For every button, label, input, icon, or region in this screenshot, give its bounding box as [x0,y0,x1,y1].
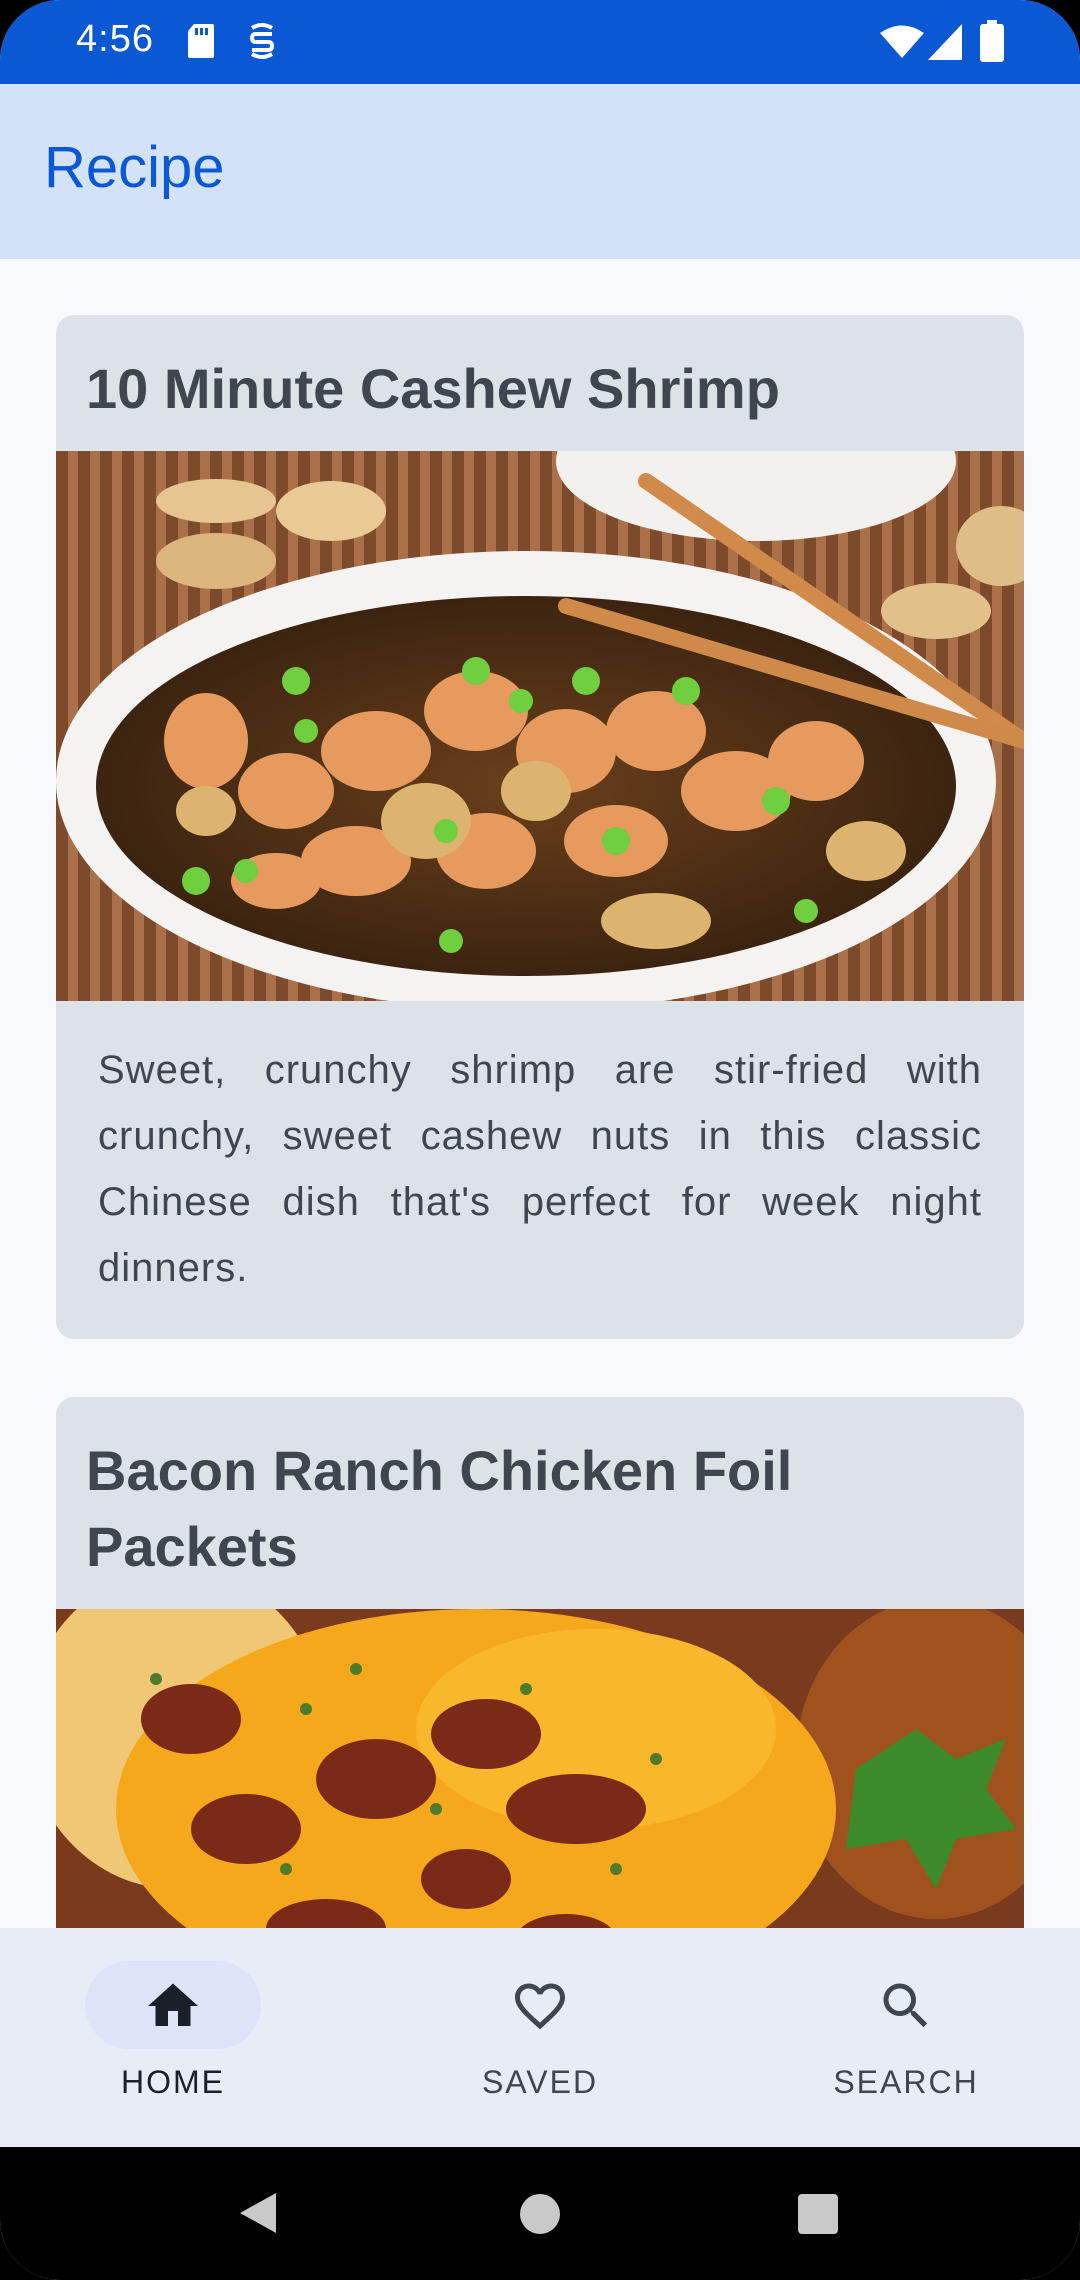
nav-item-home[interactable]: HOME [0,1928,360,2147]
heart-icon [510,1976,570,2036]
recipe-image [56,451,1024,1001]
bottom-navigation: HOME SAVED SEARCH [0,1928,1080,2147]
recipe-card[interactable]: 10 Minute Cashew Shrimp Sweet, crunchy s… [56,315,1024,1339]
home-circle-icon[interactable] [519,2193,561,2240]
system-navigation-bar [0,2147,1080,2280]
nav-label-search: SEARCH [833,2064,979,2100]
nav-label-home: HOME [121,2064,225,2100]
nav-item-saved[interactable]: SAVED [360,1928,720,2147]
status-bar: 4:56 [0,0,1080,84]
wifi-icon [880,24,924,65]
recipe-description: Sweet, crunchy shrimp are stir-fried wit… [98,1048,982,1290]
app-screen: 4:56 Recipe 10 Minute Cashew Shrimp Swee… [0,0,1080,2280]
home-icon [143,1976,203,2036]
recents-icon[interactable] [798,2194,838,2239]
recipe-title: Bacon Ranch Chicken Foil Packets [86,1439,793,1578]
status-time: 4:56 [76,18,154,60]
cell-signal-icon [928,24,962,65]
recipe-image [56,1609,1024,1928]
recipe-card[interactable]: Bacon Ranch Chicken Foil Packets [56,1397,1024,1928]
nav-item-search[interactable]: SEARCH [720,1928,1080,2147]
sd-card-icon [186,22,216,65]
app-title: Recipe [44,135,225,200]
recipe-list[interactable]: 10 Minute Cashew Shrimp Sweet, crunchy s… [0,259,1080,1928]
top-app-bar: Recipe [0,84,1080,259]
back-icon[interactable] [236,2191,280,2240]
battery-icon [980,20,1004,67]
search-icon [876,1976,936,2036]
sync-status-icon [246,22,278,65]
nav-label-saved: SAVED [481,2064,599,2100]
recipe-title: 10 Minute Cashew Shrimp [86,357,780,420]
